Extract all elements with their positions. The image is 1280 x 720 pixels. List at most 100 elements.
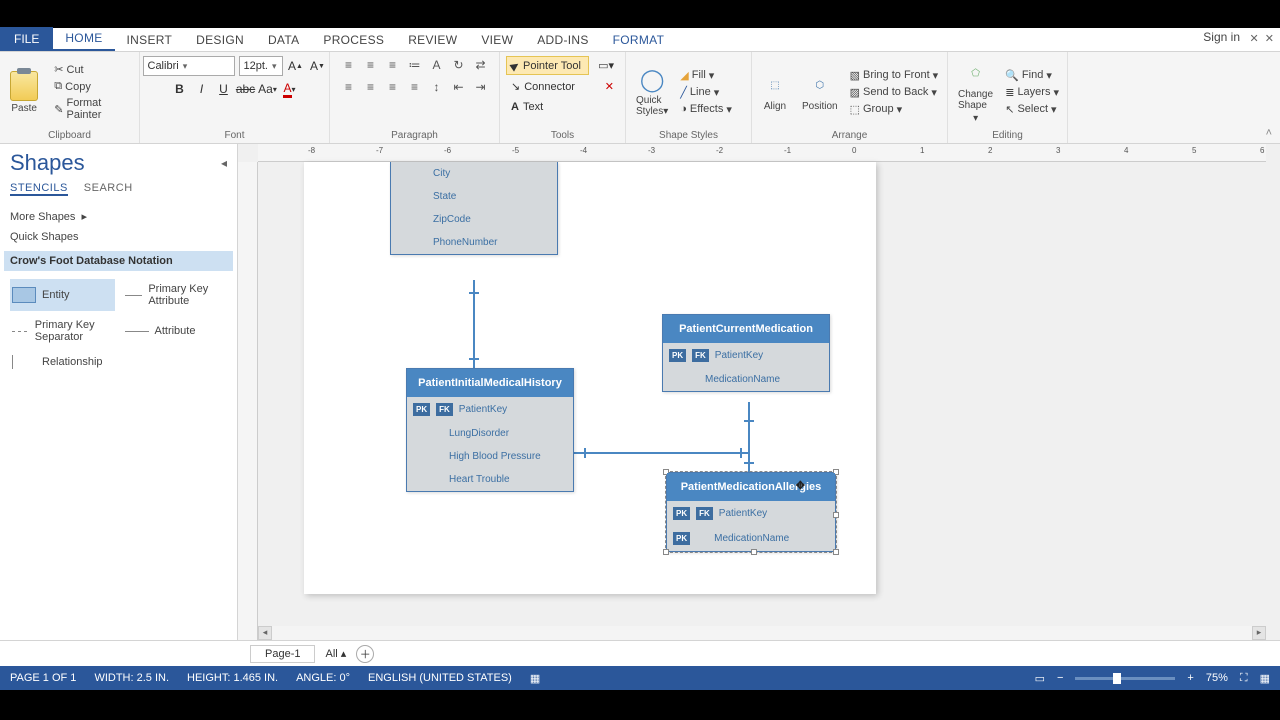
format-painter-button[interactable]: ✎Format Painter (52, 96, 133, 122)
file-tab[interactable]: FILE (0, 27, 53, 51)
copy-button[interactable]: ⧉Copy (52, 79, 133, 94)
add-page-button[interactable]: ＋ (356, 645, 374, 663)
grow-font-button[interactable]: A▲ (287, 57, 305, 75)
tab-review[interactable]: REVIEW (396, 29, 469, 51)
search-tab[interactable]: SEARCH (84, 182, 133, 196)
status-lang[interactable]: ENGLISH (UNITED STATES) (368, 672, 512, 684)
shape-relationship[interactable]: Relationship (10, 351, 115, 373)
text-tool-button[interactable]: AText (506, 98, 619, 116)
entity-history[interactable]: PatientInitialMedicalHistory PKFKPatient… (406, 368, 574, 492)
group-label-paragraph: Paragraph (336, 128, 493, 141)
zoom-in-button[interactable]: + (1187, 672, 1193, 684)
font-color-button[interactable]: A▾ (281, 80, 299, 98)
presentation-icon[interactable]: ▭ (1035, 672, 1045, 685)
fullscreen-button[interactable]: ▦ (1260, 672, 1270, 685)
find-button[interactable]: 🔍Find▾ (1003, 68, 1061, 83)
shape-pk-attr[interactable]: Primary Key Attribute (123, 279, 228, 311)
shape-pk-sep[interactable]: Primary Key Separator (10, 315, 115, 347)
tab-insert[interactable]: INSERT (115, 29, 185, 51)
quick-styles-button[interactable]: ◯ QuickStyles▾ (632, 67, 672, 117)
pointer-tool-button[interactable]: Pointer Tool (506, 56, 589, 75)
indent-inc-button[interactable]: ⇥ (471, 78, 491, 96)
tab-addins[interactable]: ADD-INS (525, 29, 600, 51)
status-bar: PAGE 1 OF 1 WIDTH: 2.5 IN. HEIGHT: 1.465… (0, 666, 1280, 690)
shape-entity[interactable]: Entity (10, 279, 115, 311)
group-button[interactable]: ⬚Group ▾ (848, 102, 941, 117)
entity-top-partial[interactable]: City State ZipCode PhoneNumber (390, 162, 558, 255)
connector-tool-button[interactable]: ↘Connector (506, 77, 596, 96)
quick-shapes-link[interactable]: Quick Shapes (10, 227, 227, 247)
paste-button[interactable]: Paste (6, 71, 42, 114)
more-shapes-link[interactable]: More Shapes ▸ (10, 206, 227, 227)
stencils-tab[interactable]: STENCILS (10, 182, 68, 196)
group-label-tools: Tools (506, 128, 619, 141)
stencil-selected[interactable]: Crow's Foot Database Notation (4, 251, 233, 271)
rect-tool-button[interactable]: ▭▾ (593, 56, 619, 75)
tab-format[interactable]: FORMAT (601, 29, 677, 51)
position-button[interactable]: ⬡Position (798, 73, 842, 112)
align-top-button[interactable]: ≡ (339, 56, 359, 74)
delete-tool-button[interactable]: ✕ (600, 77, 619, 96)
size-button[interactable]: A (427, 56, 447, 74)
entity-allergies[interactable]: PatientMedicationAllergies✥ PKFKPatientK… (666, 472, 836, 552)
horizontal-scrollbar[interactable]: ◂ ▸ (258, 626, 1266, 640)
align-button[interactable]: ⬚Align (758, 73, 792, 112)
vertical-scrollbar[interactable] (1266, 162, 1280, 626)
canvas[interactable]: -8 -7 -6 -5 -4 -3 -2 -1 0 1 2 3 4 5 6 (238, 144, 1280, 640)
change-shape-button[interactable]: ⬠Change Shape▾ (954, 61, 997, 124)
effects-button[interactable]: ◑Effects▾ (678, 102, 734, 117)
fill-button[interactable]: ◢Fill▾ (678, 68, 734, 83)
shapes-title: Shapes (10, 150, 85, 176)
send-back-button[interactable]: ▨Send to Back ▾ (848, 85, 941, 100)
window-controls[interactable]: ✕ ✕ (1249, 32, 1274, 45)
paste-label: Paste (11, 103, 37, 114)
bold-button[interactable]: B (171, 80, 189, 98)
page-tab-1[interactable]: Page-1 (250, 645, 315, 663)
align-left-button[interactable]: ≡ (339, 78, 359, 96)
bullets-button[interactable]: ≔ (405, 56, 425, 74)
direction-button[interactable]: ⇄ (471, 56, 491, 74)
case-button[interactable]: Aa▾ (259, 80, 277, 98)
align-right-button[interactable]: ≡ (383, 78, 403, 96)
collapse-ribbon-button[interactable]: ˄ (1266, 127, 1272, 139)
bring-front-button[interactable]: ▧Bring to Front ▾ (848, 68, 941, 83)
line-button[interactable]: ╱Line▾ (678, 85, 734, 100)
tab-home[interactable]: HOME (53, 27, 114, 51)
indent-dec-button[interactable]: ⇤ (449, 78, 469, 96)
entity-medication[interactable]: PatientCurrentMedication PKFKPatientKey … (662, 314, 830, 392)
tab-process[interactable]: PROCESS (311, 29, 396, 51)
tab-design[interactable]: DESIGN (184, 29, 256, 51)
strike-button[interactable]: abc (237, 80, 255, 98)
select-icon: ↖ (1005, 103, 1014, 116)
shrink-font-button[interactable]: A▼ (309, 57, 327, 75)
font-name-combo[interactable]: Calibri▾ (143, 56, 235, 76)
horizontal-ruler: -8 -7 -6 -5 -4 -3 -2 -1 0 1 2 3 4 5 6 (258, 144, 1266, 162)
front-icon: ▧ (850, 69, 860, 82)
find-icon: 🔍 (1005, 69, 1019, 82)
underline-button[interactable]: U (215, 80, 233, 98)
pages-all-button[interactable]: All ▴ (325, 647, 346, 660)
sign-in-link[interactable]: Sign in (1203, 30, 1240, 44)
zoom-slider[interactable] (1075, 677, 1175, 680)
fit-page-button[interactable]: ⛶ (1240, 672, 1248, 685)
line-spacing-button[interactable]: ↕ (427, 78, 447, 96)
select-button[interactable]: ↖Select▾ (1003, 102, 1061, 117)
align-middle-button[interactable]: ≡ (361, 56, 381, 74)
collapse-shapes-button[interactable]: ◂ (221, 156, 227, 170)
cut-button[interactable]: ✂Cut (52, 62, 133, 77)
zoom-out-button[interactable]: − (1057, 672, 1063, 684)
font-size-combo[interactable]: 12pt.▾ (239, 56, 283, 76)
shape-attribute[interactable]: Attribute (123, 315, 228, 347)
entity-header: PatientInitialMedicalHistory (407, 369, 573, 397)
layers-button[interactable]: ≣Layers▾ (1003, 85, 1061, 100)
tab-view[interactable]: VIEW (469, 29, 525, 51)
italic-button[interactable]: I (193, 80, 211, 98)
rotate-button[interactable]: ↻ (449, 56, 469, 74)
drawing-page[interactable]: City State ZipCode PhoneNumber PatientIn… (304, 162, 876, 594)
align-center-button[interactable]: ≡ (361, 78, 381, 96)
zoom-level[interactable]: 75% (1206, 672, 1228, 684)
align-bottom-button[interactable]: ≡ (383, 56, 403, 74)
justify-button[interactable]: ≡ (405, 78, 425, 96)
tab-data[interactable]: DATA (256, 29, 311, 51)
macro-icon[interactable]: ▦ (530, 672, 540, 685)
